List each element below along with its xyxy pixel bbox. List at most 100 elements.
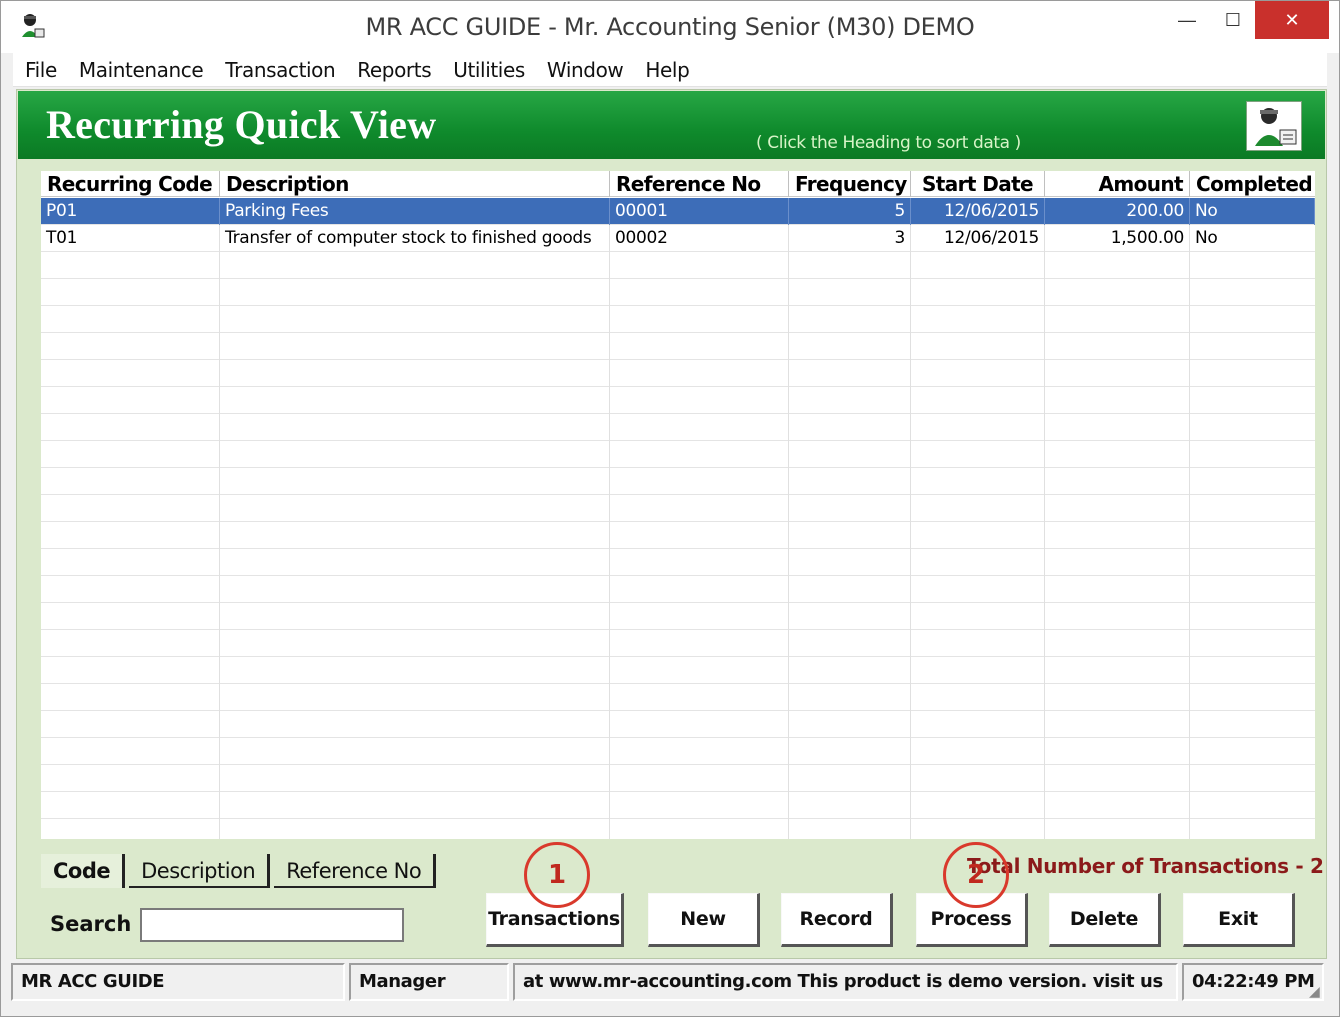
callout-marker-2: 2 [943, 842, 1009, 908]
empty-cell [911, 306, 1045, 333]
empty-table-row [41, 576, 1315, 603]
empty-cell [41, 495, 220, 522]
empty-cell [610, 576, 789, 603]
close-button[interactable]: ✕ [1255, 1, 1329, 39]
empty-table-row [41, 792, 1315, 819]
empty-cell [610, 252, 789, 279]
empty-cell [41, 468, 220, 495]
empty-table-row [41, 387, 1315, 414]
menu-utilities[interactable]: Utilities [453, 58, 525, 82]
resize-grip-icon[interactable]: ◢ [1309, 983, 1325, 999]
empty-cell [610, 792, 789, 819]
empty-cell [789, 522, 911, 549]
empty-cell [1045, 279, 1190, 306]
empty-cell [1045, 360, 1190, 387]
tab-code[interactable]: Code [41, 854, 126, 888]
empty-cell [220, 765, 610, 792]
table-row[interactable]: P01 Parking Fees 00001 5 12/06/2015 200.… [41, 198, 1315, 225]
empty-cell [911, 549, 1045, 576]
status-app: MR ACC GUIDE [11, 963, 345, 1001]
menu-window[interactable]: Window [547, 58, 624, 82]
empty-cell [1190, 333, 1315, 360]
empty-cell [1045, 414, 1190, 441]
empty-cell [41, 441, 220, 468]
callout-marker-1: 1 [524, 842, 590, 908]
empty-cell [610, 468, 789, 495]
empty-cell [41, 711, 220, 738]
menu-bar: File Maintenance Transaction Reports Uti… [13, 53, 1327, 87]
minimize-button[interactable]: — [1163, 1, 1211, 39]
status-message: at www.mr-accounting.com This product is… [513, 963, 1178, 1001]
empty-cell [220, 630, 610, 657]
empty-cell [1190, 819, 1315, 839]
empty-cell [789, 603, 911, 630]
empty-table-row [41, 738, 1315, 765]
empty-table-row [41, 414, 1315, 441]
empty-cell [1045, 549, 1190, 576]
empty-cell [1190, 495, 1315, 522]
column-header-frequency[interactable]: Frequency [789, 171, 911, 197]
column-header-description[interactable]: Description [220, 171, 610, 197]
empty-cell [1045, 819, 1190, 839]
menu-file[interactable]: File [25, 58, 57, 82]
empty-cell [1045, 738, 1190, 765]
recurring-grid[interactable]: Recurring Code Description Reference No … [41, 171, 1315, 839]
empty-cell [1045, 684, 1190, 711]
menu-reports[interactable]: Reports [357, 58, 431, 82]
empty-cell [789, 765, 911, 792]
column-header-amount[interactable]: Amount [1045, 171, 1190, 197]
empty-cell [220, 333, 610, 360]
empty-cell [1045, 387, 1190, 414]
empty-cell [41, 306, 220, 333]
sort-tabs: Code Description Reference No [41, 852, 440, 888]
empty-cell [911, 387, 1045, 414]
column-header-completed[interactable]: Completed [1190, 171, 1315, 197]
empty-cell [1045, 657, 1190, 684]
tab-reference-no[interactable]: Reference No [274, 854, 437, 888]
empty-cell [610, 738, 789, 765]
delete-button[interactable]: Delete [1049, 893, 1161, 947]
table-row[interactable]: T01 Transfer of computer stock to finish… [41, 225, 1315, 252]
cell-description: Parking Fees [220, 198, 610, 225]
empty-cell [1190, 684, 1315, 711]
column-header-start-date[interactable]: Start Date [911, 171, 1045, 197]
new-button[interactable]: New [648, 893, 760, 947]
empty-cell [41, 549, 220, 576]
empty-cell [220, 657, 610, 684]
menu-maintenance[interactable]: Maintenance [79, 58, 204, 82]
empty-cell [41, 333, 220, 360]
empty-cell [610, 522, 789, 549]
empty-cell [789, 576, 911, 603]
empty-cell [789, 495, 911, 522]
empty-cell [220, 738, 610, 765]
empty-cell [911, 738, 1045, 765]
empty-cell [1190, 576, 1315, 603]
search-input[interactable] [140, 908, 404, 942]
empty-cell [41, 387, 220, 414]
menu-transaction[interactable]: Transaction [225, 58, 335, 82]
empty-cell [1045, 792, 1190, 819]
empty-table-row [41, 306, 1315, 333]
empty-cell [41, 414, 220, 441]
empty-cell [1045, 333, 1190, 360]
cell-amount: 200.00 [1045, 198, 1190, 225]
column-header-reference-no[interactable]: Reference No [610, 171, 789, 197]
empty-cell [1190, 414, 1315, 441]
tab-description[interactable]: Description [129, 854, 271, 888]
column-header-recurring-code[interactable]: Recurring Code [41, 171, 220, 197]
empty-cell [220, 252, 610, 279]
maximize-button[interactable]: ☐ [1209, 1, 1257, 39]
empty-cell [220, 522, 610, 549]
empty-cell [789, 684, 911, 711]
empty-cell [789, 657, 911, 684]
empty-cell [1045, 441, 1190, 468]
exit-button[interactable]: Exit [1183, 893, 1295, 947]
menu-help[interactable]: Help [645, 58, 689, 82]
accountant-logo-icon [1246, 101, 1302, 151]
empty-cell [1190, 765, 1315, 792]
empty-cell [911, 360, 1045, 387]
empty-cell [789, 738, 911, 765]
empty-cell [1045, 468, 1190, 495]
record-button[interactable]: Record [781, 893, 893, 947]
empty-cell [610, 441, 789, 468]
